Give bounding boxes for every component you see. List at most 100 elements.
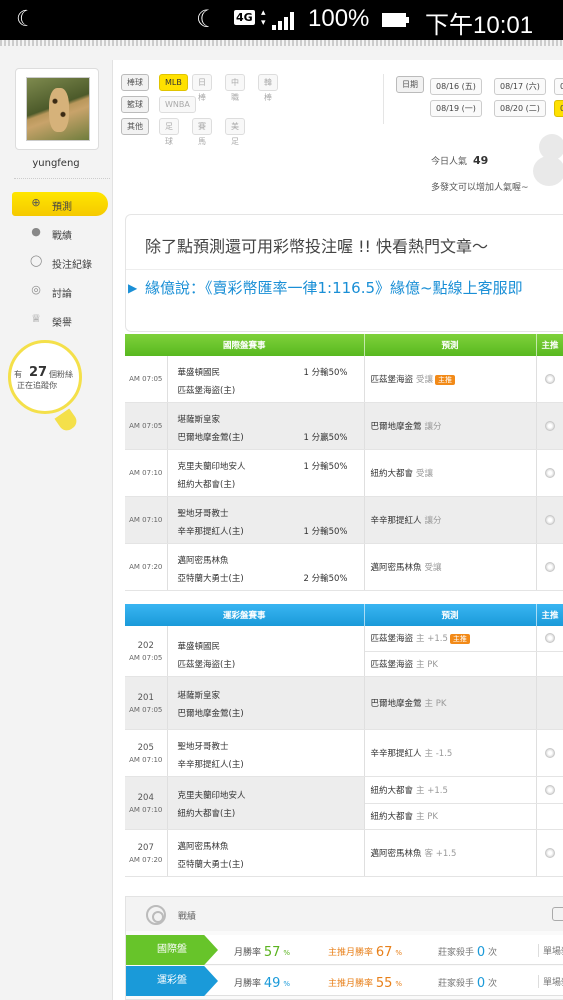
network-type-badge: 4G: [234, 10, 255, 25]
record-title: 戰績: [178, 912, 197, 922]
date-button[interactable]: 08/17 (六): [494, 78, 546, 95]
pick-type: 主 PK: [416, 659, 438, 670]
date-button[interactable]: 08/19 (一): [430, 100, 482, 117]
pick-type: 受讓: [416, 469, 434, 479]
featured-radio[interactable]: [545, 468, 556, 478]
sidebar-item-discuss[interactable]: ◎ 討論: [12, 279, 108, 303]
date-button[interactable]: 08: [554, 78, 563, 95]
pick-type: 讓分: [424, 422, 442, 432]
pct-sign: %: [395, 949, 402, 957]
home-team: 辛辛那提紅人(主): [177, 760, 244, 770]
username[interactable]: yungfeng: [0, 158, 112, 169]
away-team: 華盛頓國民: [177, 368, 221, 378]
game-time: AM 07:05: [125, 402, 168, 450]
featured-radio[interactable]: [545, 784, 556, 795]
filter-tag-horse[interactable]: 賽馬: [192, 118, 212, 146]
record-header: 戰績: [126, 897, 563, 931]
featured-radio[interactable]: [545, 374, 556, 384]
league-filter: 棒球 MLB 日棒 中職 韓棒 籃球 WNBA 其他 足球 賽馬 美足: [121, 74, 391, 146]
bulb-base-icon: [54, 408, 80, 434]
away-team: 聖地牙哥教士: [177, 509, 229, 519]
filter-tag-wnba[interactable]: WNBA: [159, 96, 196, 113]
prediction-cell[interactable]: 匹茲堡海盜主 PK: [364, 651, 537, 678]
moon-icon: ☾: [16, 7, 36, 32]
filter-tag-soccer[interactable]: 足球: [159, 118, 179, 146]
killer-value: 0: [476, 976, 486, 991]
pick-team: 紐約大都會: [370, 785, 414, 796]
filter-tag-mlb[interactable]: MLB: [159, 74, 188, 91]
prediction-cell[interactable]: 紐約大都會 受讓: [364, 449, 537, 497]
sidebar-item-honor[interactable]: ♕ 榮譽: [12, 308, 108, 332]
sidebar-item-record[interactable]: ● 戰績: [12, 221, 108, 245]
featured-radio[interactable]: [545, 515, 556, 525]
record-panel: 戰績 國際盤 月勝率 57 % 主推月勝率 67 % 莊家殺手 0 次 單場殺 …: [125, 896, 563, 1000]
handicap: 1 分輸50%: [303, 368, 348, 378]
prediction-cell[interactable]: 紐約大都會主 PK: [364, 803, 537, 830]
collapse-icon[interactable]: [552, 907, 563, 921]
single-game-label: 單場殺: [538, 975, 563, 988]
featured-radio[interactable]: [545, 633, 556, 644]
prediction-cell[interactable]: 邁阿密馬林魚 受讓: [364, 543, 537, 591]
sidebar: yungfeng ⊕ 預測 ● 戰績 ◯ 投注紀錄 ◎ 討論 ♕ 榮譽 有 27…: [0, 60, 112, 1000]
game-time: AM 07:10: [129, 805, 163, 814]
home-team: 匹茲堡海盜(主): [177, 386, 236, 396]
sidebar-item-predict[interactable]: ⊕ 預測: [12, 192, 108, 216]
table-row: 204 AM 07:10 克里夫蘭印地安人 紐約大都會(主) 紐約大都會主 +1.…: [125, 776, 563, 830]
pct-sign: %: [283, 949, 290, 957]
followers-suffix: 個粉絲: [49, 370, 73, 379]
table-row: AM 07:05 堪薩斯皇家 巴爾地摩金鶯(主) 1 分贏50% 巴爾地摩金鶯讓…: [125, 402, 563, 450]
featured-radio[interactable]: [545, 848, 556, 858]
prediction-cell[interactable]: 紐約大都會主 +1.5: [364, 776, 537, 804]
prediction-cell[interactable]: 辛辛那提紅人 讓分: [364, 496, 537, 544]
game-time: AM 07:20: [125, 543, 168, 591]
game-time: AM 07:05: [125, 356, 168, 403]
pick-type: 讓分: [424, 516, 442, 526]
avatar[interactable]: [26, 77, 90, 141]
sidebar-divider: [14, 178, 110, 179]
banner-marquee-link[interactable]: 緣億說：《賣彩幣匯率一律1:116.5》緣億~點線上客服即: [145, 277, 523, 298]
table-row: 202 AM 07:05 華盛頓國民 匹茲堡海盜(主) 匹茲堡海盜主 +1.5 主推: [125, 626, 563, 677]
away-team: 克里夫蘭印地安人: [177, 462, 246, 472]
featured-radio[interactable]: [545, 748, 556, 758]
avatar-frame[interactable]: [15, 68, 99, 150]
record-row-lottery: 運彩盤 月勝率 49 % 主推月勝率 55 % 莊家殺手 0 次 單場殺: [126, 966, 563, 996]
column-header: 預測: [364, 334, 537, 356]
game-number: 207: [137, 842, 154, 853]
banner-headline[interactable]: 除了點預測還可用彩幣投注喔 !! 快看熱門文章～: [145, 233, 488, 257]
prediction-cell[interactable]: 邁阿密馬林魚客 +1.5: [364, 829, 537, 877]
prediction-cell[interactable]: 巴爾地摩金鶯主 PK: [364, 676, 537, 730]
prediction-cell[interactable]: 匹茲堡海盜主 +1.5 主推: [364, 626, 537, 652]
prediction-cell[interactable]: 辛辛那提紅人主 -1.5: [364, 729, 537, 777]
popularity: 今日人氣 49: [431, 154, 488, 167]
pick-type: 主 +1.5: [416, 634, 448, 645]
table-row: 207 AM 07:20 邁阿密馬林魚 亞特蘭大勇士(主) 邁阿密馬林魚客 +1.…: [125, 829, 563, 877]
prediction-cell[interactable]: 匹茲堡海盜 受讓 主推: [364, 356, 537, 403]
followers-count: 27: [29, 365, 48, 380]
followers-bulb[interactable]: 有 27 個粉絲 正在追蹤你: [8, 340, 82, 414]
pick-rate-label: 主推月勝率: [328, 979, 374, 989]
away-team: 聖地牙哥教士: [177, 742, 229, 752]
away-team: 克里夫蘭印地安人: [177, 791, 246, 801]
sidebar-item-bet-history[interactable]: ◯ 投注紀錄: [12, 250, 108, 274]
date-button[interactable]: 08/16 (五): [430, 78, 482, 95]
game-number: 201: [137, 692, 154, 703]
followers-prefix: 有: [14, 370, 22, 379]
date-button[interactable]: 08/20 (二): [494, 100, 546, 117]
away-team: 華盛頓國民: [177, 642, 221, 652]
filter-tag-kbo[interactable]: 韓棒: [258, 74, 278, 102]
game-number: 202: [137, 640, 154, 651]
filter-tag-cpbl[interactable]: 中職: [225, 74, 245, 102]
filter-tag-nfl[interactable]: 美足: [225, 118, 245, 146]
prediction-cell[interactable]: 巴爾地摩金鶯 讓分: [364, 402, 537, 450]
pct-sign: %: [283, 980, 290, 988]
record-tag: 運彩盤: [126, 966, 218, 996]
table-row: AM 07:05 華盛頓國民 1 分輸50% 匹茲堡海盜(主) 匹茲堡海盜 受讓主…: [125, 356, 563, 403]
featured-radio[interactable]: [545, 562, 556, 572]
date-button-selected[interactable]: 08: [554, 100, 563, 117]
featured-radio[interactable]: [545, 421, 556, 431]
filter-tag-jpn[interactable]: 日棒: [192, 74, 212, 102]
column-header: 主推: [536, 334, 563, 356]
target-icon: ⊕: [31, 196, 41, 209]
lottery-odds-table: 運彩盤賽事 預測 主推 202 AM 07:05 華盛頓國民 匹茲堡海盜(主) 匹…: [125, 604, 563, 877]
followers-subtext: 正在追蹤你: [17, 381, 57, 390]
